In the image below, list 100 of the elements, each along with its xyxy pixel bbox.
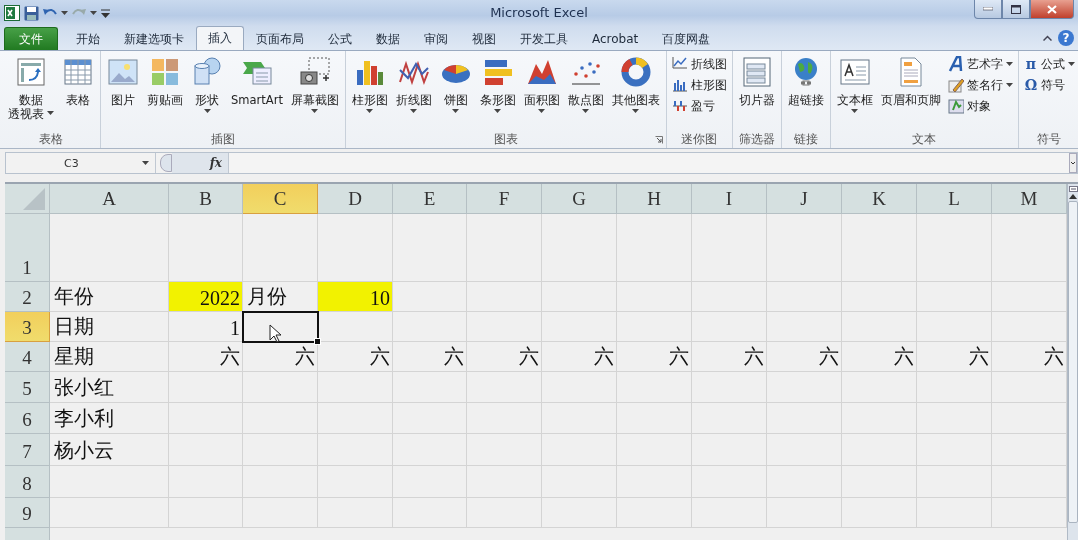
table-cell[interactable]: 星期 [50,342,169,372]
ribbon-button[interactable]: 面积图 [520,54,563,131]
ribbon-button[interactable]: 形状 [188,54,226,131]
table-cell[interactable]: 杨小云 [50,434,169,466]
ribbon-button[interactable]: 页眉和页脚 [877,54,944,131]
ribbon-button[interactable]: 剪贴画 [144,54,186,131]
ribbon-button[interactable]: 屏幕截图 [287,54,342,131]
table-cell[interactable]: 1 [169,312,243,342]
row-header[interactable]: 1 [5,214,50,282]
table-cell[interactable] [617,372,692,403]
table-cell[interactable]: 六 [917,342,992,372]
table-cell[interactable] [842,466,917,498]
column-header[interactable]: M [992,184,1067,214]
ribbon-button[interactable]: π 公式 [1021,55,1077,73]
table-cell[interactable] [542,466,617,498]
ribbon-tab[interactable]: 数据 [364,27,412,50]
ribbon-tab[interactable]: 审阅 [412,27,460,50]
table-cell[interactable] [842,372,917,403]
ribbon-tab[interactable]: 页面布局 [244,27,316,50]
table-cell[interactable]: 六 [617,342,692,372]
table-cell[interactable] [542,434,617,466]
table-cell[interactable] [917,312,992,342]
ribbon-button[interactable]: 超链接 [784,54,827,131]
table-cell[interactable]: 六 [692,342,767,372]
save-icon[interactable] [24,5,39,21]
column-header[interactable]: C [243,184,318,214]
ribbon-tab[interactable]: 百度网盘 [650,27,723,50]
column-header[interactable]: G [542,184,617,214]
column-header[interactable]: B [169,184,243,214]
table-cell[interactable] [393,312,467,342]
table-cell[interactable] [842,498,917,528]
table-cell[interactable] [467,312,542,342]
table-cell[interactable] [842,214,917,282]
table-cell[interactable] [692,466,767,498]
table-cell[interactable] [767,312,842,342]
table-cell[interactable] [50,466,169,498]
table-cell[interactable] [393,282,467,312]
table-cell[interactable] [318,312,393,342]
row-header[interactable]: 2 [5,282,50,312]
table-cell[interactable] [318,372,393,403]
table-cell[interactable] [842,312,917,342]
column-header[interactable]: K [842,184,917,214]
column-header[interactable]: E [393,184,467,214]
table-cell[interactable] [617,312,692,342]
column-header[interactable]: H [617,184,692,214]
ribbon-button[interactable]: 对象 [945,97,1015,115]
table-cell[interactable] [767,498,842,528]
table-cell[interactable]: 六 [842,342,917,372]
caret-icon[interactable] [90,11,97,15]
table-cell[interactable] [917,434,992,466]
customize-toolbar-icon[interactable] [101,8,110,18]
expand-icon[interactable] [1069,153,1077,173]
ribbon-button[interactable]: 数据透视表 [5,54,57,131]
table-cell[interactable] [50,214,169,282]
ribbon-button[interactable]: 饼图 [436,54,475,131]
row-header[interactable]: 4 [5,342,50,372]
table-cell[interactable]: 六 [169,342,243,372]
table-cell[interactable] [243,214,318,282]
table-cell[interactable] [917,372,992,403]
table-cell[interactable] [692,372,767,403]
ribbon-button[interactable]: 条形图 [476,54,519,131]
table-cell[interactable]: 六 [542,342,617,372]
table-cell[interactable]: 六 [318,342,393,372]
table-cell[interactable] [50,498,169,528]
ribbon-button[interactable]: 柱形图 [669,76,729,94]
ribbon-button[interactable]: Ω 符号 [1021,76,1077,94]
ribbon-button[interactable]: 折线图 [392,54,435,131]
table-cell[interactable] [542,214,617,282]
column-header[interactable]: A [50,184,169,214]
table-cell[interactable] [692,403,767,434]
column-header[interactable]: I [692,184,767,214]
table-cell[interactable] [467,403,542,434]
table-cell[interactable] [393,214,467,282]
table-cell[interactable]: 六 [467,342,542,372]
table-cell[interactable] [767,403,842,434]
ribbon-button[interactable]: 签名行 [945,76,1015,94]
table-cell[interactable] [692,282,767,312]
ribbon-tab[interactable]: 新建选项卡 [112,27,196,50]
ribbon-tab[interactable]: 公式 [316,27,364,50]
table-cell[interactable] [917,466,992,498]
table-cell[interactable] [393,403,467,434]
row-header[interactable]: 8 [5,466,50,498]
close-button[interactable] [1030,0,1074,19]
selected-cell[interactable] [243,312,318,342]
row-header[interactable]: 7 [5,434,50,466]
fill-handle[interactable] [314,338,321,345]
table-cell[interactable] [467,214,542,282]
help-button[interactable]: ? [1058,30,1074,46]
ribbon-button[interactable]: 图片 [104,54,142,131]
ribbon-button[interactable]: 表格 [59,54,97,131]
vertical-scrollbar[interactable] [1067,184,1078,540]
maximize-button[interactable] [1002,0,1030,19]
table-cell[interactable] [842,403,917,434]
ribbon-button[interactable]: 散点图 [564,54,607,131]
table-cell[interactable]: 六 [393,342,467,372]
table-cell[interactable] [917,403,992,434]
ribbon-button[interactable]: SmartArt [228,54,286,131]
table-cell[interactable]: 10 [318,282,393,312]
dialog-launcher-icon[interactable] [654,136,663,144]
table-cell[interactable] [169,372,243,403]
